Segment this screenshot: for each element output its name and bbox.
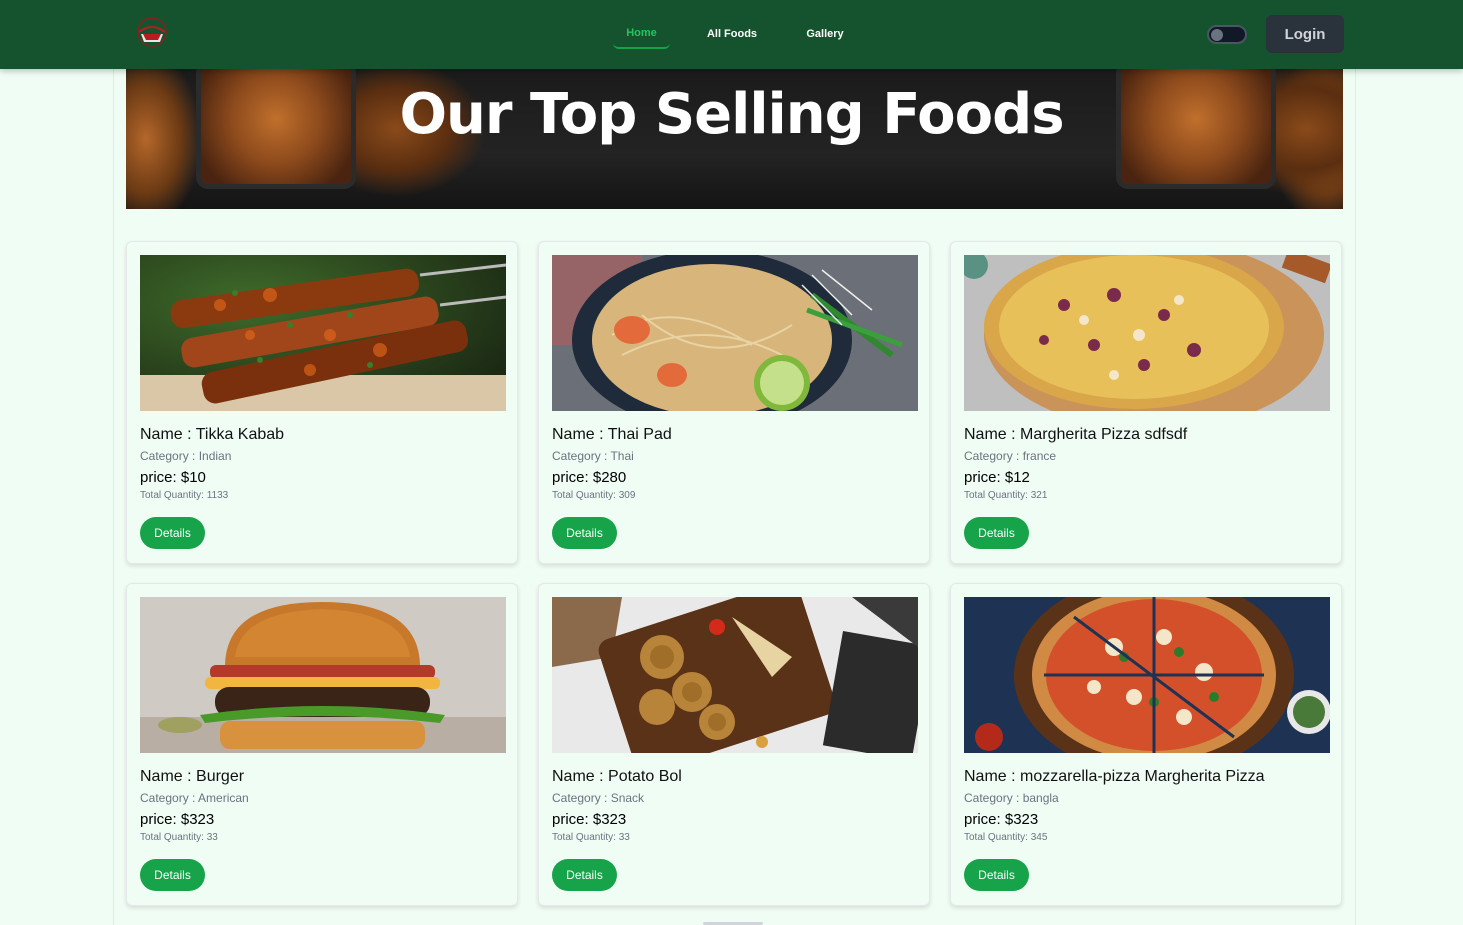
food-name: Name : mozzarella-pizza Margherita Pizza [964,768,1265,785]
burger-image [140,597,506,753]
page-title: Our Top Selling Foods [399,82,1064,147]
food-name: Name : Burger [140,768,245,785]
tikka-kabab-image [140,255,506,411]
nav-gallery[interactable]: Gallery [798,19,852,49]
food-category: Category : Indian [140,449,232,463]
food-price: price: $10 [140,469,206,486]
mozzarella-pizza-image [964,597,1330,753]
margherita-pizza-image [964,255,1330,411]
food-card: Name : Potato Bol Category : Snack price… [538,583,930,906]
login-button[interactable]: Login [1266,15,1344,53]
food-name: Name : Margherita Pizza sdfsdf [964,426,1188,443]
food-price: price: $323 [964,811,1039,828]
food-name: Name : Thai Pad [552,426,672,443]
food-card: Name : Tikka Kabab Category : Indian pri… [126,241,518,564]
food-price: price: $323 [140,811,215,828]
food-category: Category : bangla [964,791,1059,805]
food-quantity: Total Quantity: 321 [964,490,1048,501]
food-quantity: Total Quantity: 33 [140,832,218,843]
food-card: Name : Burger Category : American price:… [126,583,518,906]
food-category: Category : Thai [552,449,634,463]
food-quantity: Total Quantity: 345 [964,832,1048,843]
food-price: price: $280 [552,469,627,486]
food-card: Name : mozzarella-pizza Margherita Pizza… [950,583,1342,906]
food-price: price: $323 [552,811,627,828]
potato-bol-image [552,597,918,753]
nav-all-foods[interactable]: All Foods [700,19,764,49]
food-quantity: Total Quantity: 33 [552,832,630,843]
food-name: Name : Potato Bol [552,768,682,785]
details-button[interactable]: Details [964,859,1029,891]
food-card: Name : Thai Pad Category : Thai price: $… [538,241,930,564]
food-name: Name : Tikka Kabab [140,426,285,443]
food-category: Category : Snack [552,791,645,805]
food-quantity: Total Quantity: 1133 [140,490,229,501]
details-button[interactable]: Details [552,859,617,891]
food-quantity: Total Quantity: 309 [552,490,636,501]
food-category: Category : france [964,449,1057,463]
details-button[interactable]: Details [140,859,205,891]
food-price: price: $12 [964,469,1030,486]
theme-toggle[interactable] [1207,25,1247,44]
food-card: Name : Margherita Pizza sdfsdf Category … [950,241,1342,564]
nav-home[interactable]: Home [613,19,670,49]
toggle-knob [1211,29,1223,41]
details-button[interactable]: Details [964,517,1029,549]
details-button[interactable]: Details [552,517,617,549]
thai-pad-image [552,255,918,411]
details-button[interactable]: Details [140,517,205,549]
navbar: Home All Foods Gallery Login [0,0,1463,69]
food-category: Category : American [140,791,249,805]
